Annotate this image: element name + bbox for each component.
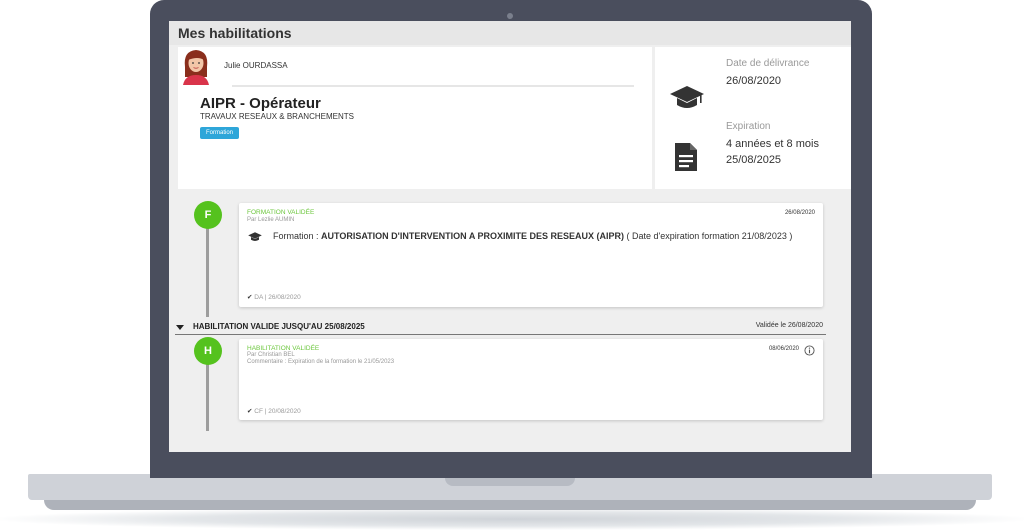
expiration-duration: 4 années et 8 mois bbox=[726, 138, 819, 150]
laptop-base-bottom bbox=[44, 500, 976, 510]
event-footer-text: CF | 20/08/2020 bbox=[254, 408, 301, 415]
delivery-date: 26/08/2020 bbox=[726, 75, 782, 87]
section-label: HABILITATION VALIDE JUSQU'AU 25/08/2025 bbox=[193, 322, 365, 331]
habilitation-title: AIPR - Opérateur bbox=[200, 95, 321, 112]
delivery-label: Date de délivrance bbox=[726, 58, 810, 69]
graduation-cap-icon bbox=[248, 232, 262, 241]
event-footer-text: DA | 26/08/2020 bbox=[254, 294, 301, 301]
event-comment: Commentaire : Expiration de la formation… bbox=[247, 359, 395, 365]
graduation-cap-icon bbox=[670, 86, 704, 108]
event-footer: ✔ DA | 26/08/2020 bbox=[247, 293, 301, 301]
formation-badge[interactable]: Formation bbox=[200, 127, 240, 139]
event-description-bold: AUTORISATION D'INTERVENTION A PROXIMITE … bbox=[321, 231, 625, 241]
event-description-suffix: ( Date d'expiration formation 21/08/2023… bbox=[624, 231, 793, 241]
timeline-marker-formation: F bbox=[194, 201, 222, 229]
event-title: FORMATION VALIDÉE bbox=[247, 209, 315, 216]
habilitation-subtitle: TRAVAUX RESEAUX & BRANCHEMENTS bbox=[200, 112, 354, 121]
avatar bbox=[183, 50, 209, 85]
event-date: 08/06/2020 bbox=[768, 346, 799, 352]
details-card: Date de délivrance 26/08/2020 Expiration… bbox=[655, 47, 851, 189]
camera bbox=[507, 13, 513, 19]
timeline-line bbox=[206, 217, 209, 317]
section-validated-date: Validée le 26/08/2020 bbox=[755, 322, 823, 329]
laptop-shadow bbox=[0, 508, 1024, 530]
event-author: Par Christian BEL bbox=[247, 352, 295, 358]
timeline-marker-habilitation: H bbox=[194, 337, 222, 365]
timeline-event-habilitation[interactable]: HABILITATION VALIDÉE Par Christian BEL C… bbox=[239, 339, 823, 420]
event-author: Par Lezlie AUMIN bbox=[247, 217, 295, 223]
caret-down-icon[interactable] bbox=[176, 325, 184, 330]
timeline-event-formation[interactable]: FORMATION VALIDÉE Par Lezlie AUMIN 26/08… bbox=[239, 203, 823, 307]
event-description: Formation : AUTORISATION D'INTERVENTION … bbox=[273, 230, 793, 243]
app-screen: Mes habilitations Julie OURDASSA AIPR - … bbox=[169, 21, 851, 452]
user-name: Julie OURDASSA bbox=[224, 61, 288, 70]
expiration-date: 25/08/2025 bbox=[726, 154, 782, 166]
page-title: Mes habilitations bbox=[178, 25, 292, 41]
event-footer: ✔ CF | 20/08/2020 bbox=[247, 407, 301, 415]
event-date: 26/08/2020 bbox=[784, 210, 815, 216]
check-icon: ✔ bbox=[247, 408, 253, 415]
event-description-prefix: Formation : bbox=[273, 231, 322, 241]
document-icon bbox=[675, 143, 697, 171]
info-icon[interactable] bbox=[804, 345, 815, 356]
title-bar: Mes habilitations bbox=[169, 21, 851, 45]
event-title: HABILITATION VALIDÉE bbox=[247, 345, 320, 352]
habilitation-card: Julie OURDASSA AIPR - Opérateur TRAVAUX … bbox=[178, 47, 652, 189]
section-header[interactable]: HABILITATION VALIDE JUSQU'AU 25/08/2025 … bbox=[175, 320, 826, 335]
check-icon: ✔ bbox=[247, 294, 253, 301]
expiration-label: Expiration bbox=[726, 121, 771, 132]
divider bbox=[232, 85, 634, 87]
